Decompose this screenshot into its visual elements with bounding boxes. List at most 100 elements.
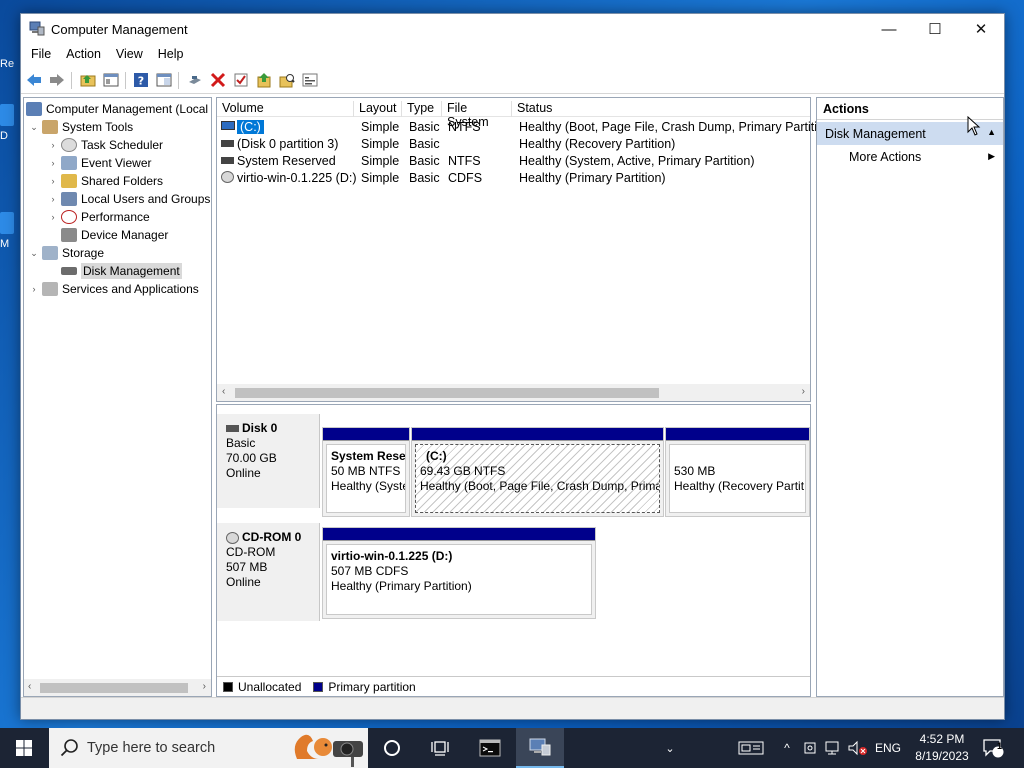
taskbar-clock[interactable]: 4:52 PM 8/19/2023 bbox=[912, 731, 972, 765]
tray-network-icon[interactable] bbox=[822, 728, 842, 768]
disk-0-label[interactable]: Disk 0 Basic 70.00 GB Online bbox=[217, 414, 320, 508]
table-row[interactable]: System Reserved Simple Basic NTFS Health… bbox=[217, 152, 810, 169]
export-list-icon[interactable] bbox=[255, 71, 273, 89]
taskbar-app-computer-management[interactable] bbox=[516, 728, 564, 768]
device-manager-icon bbox=[61, 228, 77, 242]
check-disk-icon[interactable] bbox=[232, 71, 250, 89]
tree-item-storage[interactable]: ⌄ Storage bbox=[28, 244, 104, 262]
search-highlight-squirrel-icon[interactable] bbox=[289, 729, 367, 767]
volume-list-horizontal-scrollbar[interactable]: ‹ › bbox=[217, 384, 810, 401]
desktop-shortcut-icon[interactable]: M bbox=[0, 212, 20, 250]
column-header-file-system[interactable]: File System bbox=[442, 101, 512, 129]
chevron-right-icon[interactable]: › bbox=[47, 176, 59, 186]
tree-item-computer-management[interactable]: Computer Management (Local bbox=[24, 100, 208, 118]
menu-action[interactable]: Action bbox=[60, 44, 107, 61]
chevron-right-icon[interactable]: › bbox=[28, 284, 40, 294]
tree-horizontal-scrollbar[interactable]: ‹ › bbox=[24, 679, 211, 696]
menu-file[interactable]: File bbox=[25, 44, 57, 61]
column-header-status[interactable]: Status bbox=[512, 101, 812, 117]
scrollbar-thumb[interactable] bbox=[235, 388, 659, 398]
notification-center-button[interactable]: 1 bbox=[978, 728, 1008, 768]
start-button[interactable] bbox=[0, 728, 48, 768]
chevron-right-icon[interactable]: › bbox=[47, 140, 59, 150]
partition-status: Healthy (Recovery Partit bbox=[674, 479, 805, 493]
table-row[interactable]: virtio-win-0.1.225 (D:) Simple Basic CDF… bbox=[217, 169, 810, 186]
search-folder-icon[interactable] bbox=[278, 71, 296, 89]
chevron-down-icon[interactable]: ⌄ bbox=[28, 122, 40, 133]
tree-item-label: Device Manager bbox=[81, 228, 169, 242]
disk-state: Online bbox=[226, 466, 261, 480]
partition-recovery[interactable]: 530 MB Healthy (Recovery Partit bbox=[665, 427, 810, 517]
tray-volume-muted-icon[interactable] bbox=[846, 728, 870, 768]
tree-item-services-apps[interactable]: › Services and Applications bbox=[28, 280, 199, 298]
menu-view[interactable]: View bbox=[110, 44, 149, 61]
scroll-left-icon[interactable]: ‹ bbox=[28, 681, 31, 692]
menu-help[interactable]: Help bbox=[152, 44, 190, 61]
volume-name: (C:) bbox=[237, 120, 264, 134]
table-row[interactable]: (C:) Simple Basic NTFS Healthy (Boot, Pa… bbox=[217, 118, 831, 135]
column-header-type[interactable]: Type bbox=[402, 101, 442, 117]
volume-list: Volume Layout Type File System Status (C… bbox=[216, 97, 831, 402]
properties-pane-icon[interactable] bbox=[155, 71, 173, 89]
tree-item-performance[interactable]: › Performance bbox=[47, 208, 150, 226]
column-header-layout[interactable]: Layout bbox=[354, 101, 402, 117]
scroll-left-icon[interactable]: ‹ bbox=[222, 386, 225, 397]
cdrom-0-label[interactable]: CD-ROM 0 CD-ROM 507 MB Online bbox=[217, 523, 320, 621]
cd-drive-icon bbox=[221, 171, 234, 183]
volume-layout: Simple bbox=[361, 171, 400, 185]
tree-item-shared-folders[interactable]: › Shared Folders bbox=[47, 172, 163, 190]
tree-item-label: Disk Management bbox=[81, 263, 182, 279]
volume-name: (Disk 0 partition 3) bbox=[237, 137, 339, 151]
title-bar[interactable]: Computer Management — ☐ ✕ bbox=[21, 14, 1004, 44]
desktop-recycle-bin-icon[interactable]: Re bbox=[0, 58, 20, 70]
taskbar-search-box[interactable]: Type here to search bbox=[49, 728, 368, 768]
scrollbar-thumb[interactable] bbox=[40, 683, 188, 693]
maximize-button[interactable]: ☐ bbox=[912, 14, 958, 44]
console-settings-icon[interactable] bbox=[301, 71, 319, 89]
tree-item-local-users[interactable]: › Local Users and Groups bbox=[47, 190, 210, 208]
tray-show-hidden-icon[interactable]: ^ bbox=[778, 728, 796, 768]
task-view-icon bbox=[431, 741, 449, 756]
partition-d[interactable]: virtio-win-0.1.225 (D:) 507 MB CDFS Heal… bbox=[322, 527, 596, 619]
forward-icon[interactable] bbox=[48, 71, 66, 89]
task-view-cortana-button[interactable] bbox=[368, 728, 416, 768]
language-indicator[interactable]: ENG bbox=[872, 728, 904, 768]
minimize-button[interactable]: — bbox=[866, 14, 912, 44]
chevron-right-icon[interactable]: › bbox=[47, 158, 59, 168]
tree-item-system-tools[interactable]: ⌄ System Tools bbox=[28, 118, 133, 136]
tray-expand-button[interactable]: ⌄ bbox=[660, 728, 680, 768]
volume-status: Healthy (Recovery Partition) bbox=[519, 137, 676, 151]
delete-icon[interactable] bbox=[209, 71, 227, 89]
up-folder-icon[interactable] bbox=[79, 71, 97, 89]
language-label: ENG bbox=[874, 741, 901, 755]
scroll-right-icon[interactable]: › bbox=[802, 386, 805, 397]
collapse-icon[interactable]: ▲ bbox=[987, 127, 996, 137]
tray-location-icon[interactable] bbox=[800, 728, 820, 768]
task-view-button[interactable] bbox=[416, 728, 464, 768]
chevron-down-icon[interactable]: ⌄ bbox=[28, 248, 40, 259]
partition-name: virtio-win-0.1.225 (D:) bbox=[331, 549, 453, 563]
tree-item-event-viewer[interactable]: › Event Viewer bbox=[47, 154, 151, 172]
more-actions-item[interactable]: More Actions bbox=[849, 150, 921, 164]
chevron-right-icon[interactable]: › bbox=[47, 194, 59, 204]
partition-c[interactable]: (C:) 69.43 GB NTFS Healthy (Boot, Page F… bbox=[411, 427, 664, 517]
connect-icon[interactable] bbox=[186, 71, 204, 89]
column-header-volume[interactable]: Volume bbox=[217, 101, 354, 117]
partition-system-reserved[interactable]: System Reser 50 MB NTFS Healthy (Syste bbox=[322, 427, 410, 517]
tree-item-task-scheduler[interactable]: › Task Scheduler bbox=[47, 136, 163, 154]
tray-keyboard-icon[interactable] bbox=[736, 728, 766, 768]
help-icon[interactable]: ? bbox=[132, 71, 150, 89]
scroll-right-icon[interactable]: › bbox=[203, 681, 206, 692]
desktop-shortcut-icon[interactable]: D bbox=[0, 104, 20, 142]
close-button[interactable]: ✕ bbox=[958, 14, 1004, 44]
show-hide-console-tree-icon[interactable] bbox=[102, 71, 120, 89]
volume-layout: Simple bbox=[361, 154, 400, 168]
disk-map: Disk 0 Basic 70.00 GB Online System Rese… bbox=[216, 404, 811, 697]
taskbar-app-command-prompt[interactable] bbox=[466, 728, 514, 768]
chevron-right-icon[interactable]: › bbox=[47, 212, 59, 222]
tree-item-device-manager[interactable]: Device Manager bbox=[47, 226, 168, 244]
submenu-arrow-icon[interactable]: ▶ bbox=[988, 151, 995, 162]
back-icon[interactable] bbox=[25, 71, 43, 89]
tree-item-disk-management[interactable]: Disk Management bbox=[47, 262, 182, 280]
table-row[interactable]: (Disk 0 partition 3) Simple Basic Health… bbox=[217, 135, 810, 152]
